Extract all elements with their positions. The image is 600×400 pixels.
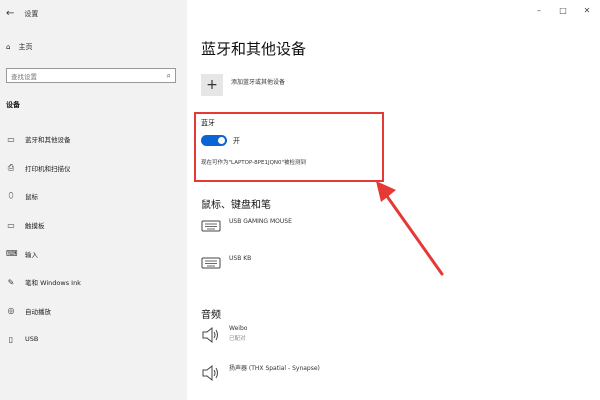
home-icon: ⌂: [6, 43, 11, 51]
device-usb-kb[interactable]: USB KB: [201, 255, 251, 269]
maximize-icon[interactable]: □: [558, 6, 568, 15]
sidebar-item-mouse[interactable]: ⬯ 鼠标: [0, 182, 187, 211]
add-device-label: 添加蓝牙或其他设备: [231, 79, 286, 86]
sidebar-item-label: 触摸板: [25, 222, 45, 231]
sidebar-item-label: 笔和 Windows Ink: [25, 279, 81, 288]
mouse-section-title: 鼠标、键盘和笔: [201, 200, 271, 211]
sidebar-item-label: USB: [25, 335, 39, 344]
touchpad-icon: ▭: [7, 220, 15, 230]
device-name: Weibo: [229, 325, 248, 332]
window-controls: – □ ✕: [534, 6, 592, 15]
device-usb-gaming-mouse[interactable]: USB GAMING MOUSE: [201, 218, 292, 232]
toggle-knob: [218, 137, 225, 144]
search-icon[interactable]: ⌕: [167, 71, 171, 81]
page-title: 蓝牙和其他设备: [201, 40, 307, 58]
autoplay-icon: ◎: [7, 306, 15, 316]
titlebar: ← 设置: [6, 8, 38, 19]
sidebar-nav: ▭ 蓝牙和其他设备 ⎙ 打印机和扫描仪 ⬯ 鼠标 ▭ 触摸板 ⌨ 输入 ✎ 笔和…: [0, 125, 187, 354]
search-input[interactable]: 查找设置 ⌕: [6, 68, 176, 83]
sidebar-item-label: 鼠标: [25, 193, 38, 202]
home-nav-item[interactable]: ⌂ 主页: [6, 42, 32, 52]
sidebar-section-label: 设备: [6, 101, 20, 109]
bluetooth-toggle-label: 开: [233, 136, 240, 145]
close-icon[interactable]: ✕: [582, 6, 592, 15]
add-device-button[interactable]: + 添加蓝牙或其他设备: [201, 74, 285, 96]
device-status: 已配对: [229, 336, 246, 342]
home-label: 主页: [18, 43, 33, 51]
sidebar-item-usb[interactable]: ▯ USB: [0, 325, 187, 354]
sidebar-item-label: 输入: [25, 250, 38, 259]
sidebar-item-typing[interactable]: ⌨ 输入: [0, 239, 187, 268]
speaker-icon: [202, 327, 218, 343]
bluetooth-devices-icon: ▭: [7, 134, 15, 144]
discoverable-text: 现在可作为"LAPTOP-8PE1JQN0"被检测到: [201, 160, 307, 166]
device-name: USB GAMING MOUSE: [229, 218, 292, 225]
device-name: USB KB: [229, 255, 252, 262]
search-placeholder: 查找设置: [11, 72, 37, 81]
usb-icon: ▯: [8, 334, 14, 344]
window-title: 设置: [24, 9, 39, 18]
bluetooth-toggle-row: 开: [201, 135, 240, 146]
keyboard-icon: ⌨: [6, 249, 18, 259]
device-speaker-thx[interactable]: 扬声器 (THX Spatial - Synapse): [201, 363, 320, 381]
bluetooth-title: 蓝牙: [201, 119, 215, 127]
sidebar-item-printers[interactable]: ⎙ 打印机和扫描仪: [0, 154, 187, 183]
bluetooth-toggle[interactable]: [201, 135, 227, 146]
plus-icon: +: [201, 74, 223, 96]
sidebar-item-touchpad[interactable]: ▭ 触摸板: [0, 211, 187, 240]
audio-section-title: 音频: [201, 310, 221, 321]
sidebar-item-pen[interactable]: ✎ 笔和 Windows Ink: [0, 268, 187, 297]
pen-icon: ✎: [7, 277, 15, 287]
sidebar: ← 设置 ⌂ 主页 查找设置 ⌕ 设备 ▭ 蓝牙和其他设备 ⎙ 打印机和扫描仪 …: [0, 0, 187, 400]
annotation-arrow: [376, 181, 444, 276]
back-arrow-icon[interactable]: ←: [6, 8, 14, 19]
printer-icon: ⎙: [7, 162, 15, 172]
sidebar-item-label: 自动播放: [25, 307, 51, 316]
speaker-icon: [202, 365, 218, 381]
keyboard-icon: [201, 257, 221, 269]
sidebar-item-label: 打印机和扫描仪: [25, 164, 71, 173]
device-weibo[interactable]: Weibo 已配对: [201, 325, 247, 343]
sidebar-item-autoplay[interactable]: ◎ 自动播放: [0, 297, 187, 326]
minimize-icon[interactable]: –: [534, 6, 544, 15]
keyboard-icon: [201, 220, 221, 232]
bluetooth-highlight-box: [194, 112, 384, 182]
sidebar-item-label: 蓝牙和其他设备: [25, 136, 71, 145]
device-name: 扬声器 (THX Spatial - Synapse): [229, 365, 320, 372]
sidebar-item-bluetooth[interactable]: ▭ 蓝牙和其他设备: [0, 125, 187, 154]
mouse-icon: ⬯: [8, 191, 14, 201]
